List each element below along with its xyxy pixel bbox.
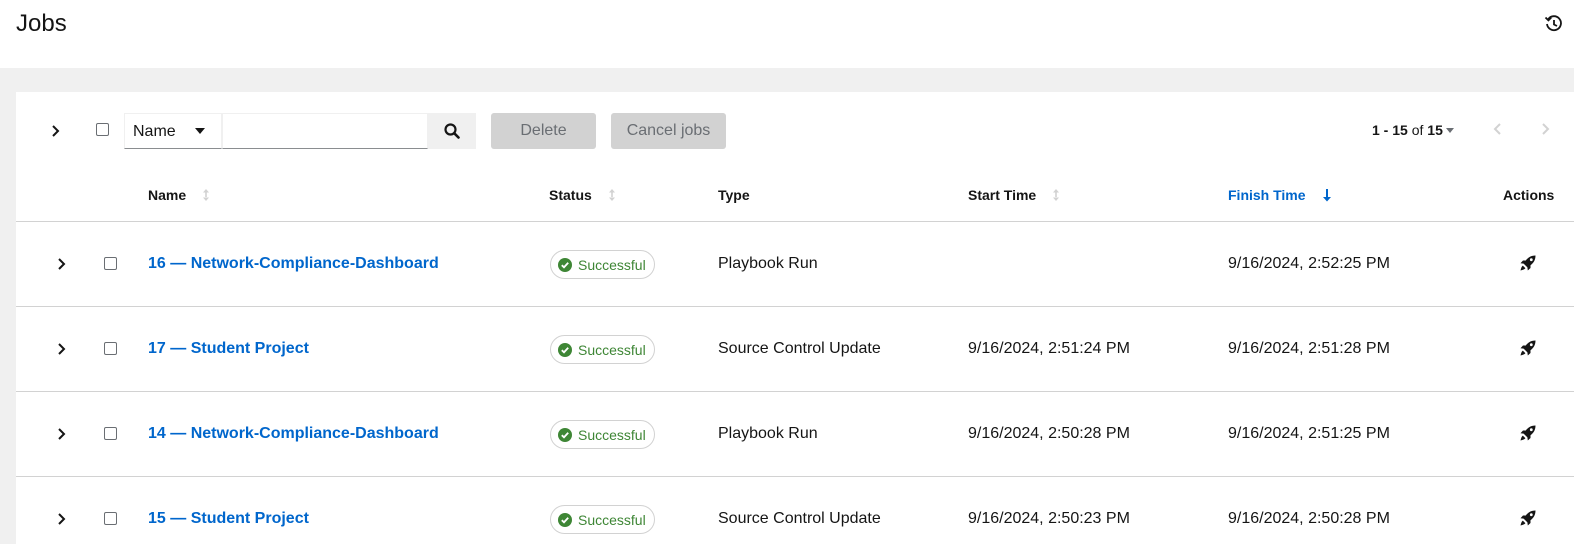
chevron-right-icon [58,343,66,355]
check-circle-icon [558,342,572,357]
status-label: Successful [578,426,646,443]
search-button[interactable] [428,113,476,149]
row-checkbox[interactable] [104,427,117,440]
sort-descending-icon [1322,189,1331,202]
column-header-start-time[interactable]: Start Time [968,187,1060,203]
page-header: Jobs [0,0,1574,68]
job-type: Source Control Update [718,340,881,357]
column-header-name-label: Name [148,187,187,203]
relaunch-button[interactable] [1518,423,1538,443]
finish-time: 9/16/2024, 2:50:28 PM [1228,510,1390,527]
status-label: Successful [578,511,646,528]
toolbar: Name Delete Cancel jobs 1 - 15 of 15 [16,92,1574,168]
row-expand-toggle[interactable] [54,424,70,444]
pagination-of: of [1411,122,1424,138]
previous-page-button[interactable] [1491,121,1505,137]
rocket-icon [1520,425,1536,441]
start-time: 9/16/2024, 2:51:24 PM [968,340,1130,357]
sort-icon [203,189,210,201]
column-header-name[interactable]: Name [148,187,210,203]
column-header-status[interactable]: Status [549,187,616,203]
column-header-status-label: Status [549,187,592,203]
chevron-right-icon [1542,123,1550,135]
row-checkbox[interactable] [104,257,117,270]
finish-time: 9/16/2024, 2:51:25 PM [1228,425,1390,442]
chevron-right-icon [52,125,60,137]
column-header-finish-label: Finish Time [1228,187,1306,203]
filter-key-label: Name [133,123,176,140]
finish-time: 9/16/2024, 2:51:28 PM [1228,340,1390,357]
row-expand-toggle[interactable] [54,254,70,274]
relaunch-button[interactable] [1518,338,1538,358]
start-time: 9/16/2024, 2:50:23 PM [968,510,1130,527]
column-header-actions-label: Actions [1503,187,1555,203]
next-page-button[interactable] [1538,121,1552,137]
check-circle-icon [558,427,572,442]
sort-icon [608,189,615,201]
column-header-actions: Actions [1503,187,1554,203]
table-row: 17 — Student Project Successful Source C… [16,307,1574,392]
search-input[interactable] [222,113,428,149]
pagination-range: 1 - 15 [1372,122,1408,138]
job-type: Source Control Update [718,510,881,527]
table-row: 15 — Student Project Successful Source C… [16,477,1574,544]
pagination-summary[interactable]: 1 - 15 of 15 [1372,122,1443,138]
status-badge: Successful [550,505,655,534]
history-icon[interactable] [1544,14,1564,34]
relaunch-button[interactable] [1518,253,1538,273]
table-row: 16 — Network-Compliance-Dashboard Succes… [16,222,1574,307]
filter-key-select[interactable]: Name [124,113,222,149]
job-name-link[interactable]: 15 — Student Project [148,510,309,528]
status-label: Successful [578,341,646,358]
chevron-left-icon [1493,123,1501,135]
caret-down-icon[interactable] [1446,128,1454,133]
job-name-link[interactable]: 17 — Student Project [148,340,309,358]
column-header-start-label: Start Time [968,187,1037,203]
column-header-type-label: Type [718,187,750,203]
page-title: Jobs [16,10,67,37]
column-header-type: Type [718,187,750,203]
status-badge: Successful [550,250,655,279]
delete-button[interactable]: Delete [491,113,596,149]
pagination-total: 15 [1427,122,1443,138]
job-name-link[interactable]: 16 — Network-Compliance-Dashboard [148,255,439,273]
rocket-icon [1520,510,1536,526]
select-all-checkbox[interactable] [96,123,109,136]
rocket-icon [1520,255,1536,271]
caret-down-icon [195,128,205,134]
start-time: 9/16/2024, 2:50:28 PM [968,425,1130,442]
expand-all-toggle[interactable] [46,121,66,141]
status-badge: Successful [550,420,655,449]
chevron-right-icon [58,428,66,440]
cancel-jobs-button[interactable]: Cancel jobs [611,113,726,149]
job-name-link[interactable]: 14 — Network-Compliance-Dashboard [148,425,439,443]
search-icon [444,123,460,139]
sort-icon [1053,189,1060,201]
job-type: Playbook Run [718,425,818,442]
column-header-finish-time[interactable]: Finish Time [1228,187,1332,203]
chevron-right-icon [58,513,66,525]
status-label: Successful [578,256,646,273]
relaunch-button[interactable] [1518,508,1538,528]
jobs-card: Name Delete Cancel jobs 1 - 15 of 15 Nam… [16,92,1574,544]
job-type: Playbook Run [718,255,818,272]
check-circle-icon [558,257,572,272]
check-circle-icon [558,512,572,527]
table-row: 14 — Network-Compliance-Dashboard Succes… [16,392,1574,477]
row-checkbox[interactable] [104,512,117,525]
rocket-icon [1520,340,1536,356]
status-badge: Successful [550,335,655,364]
chevron-right-icon [58,258,66,270]
finish-time: 9/16/2024, 2:52:25 PM [1228,255,1390,272]
row-expand-toggle[interactable] [54,339,70,359]
row-expand-toggle[interactable] [54,509,70,529]
row-checkbox[interactable] [104,342,117,355]
